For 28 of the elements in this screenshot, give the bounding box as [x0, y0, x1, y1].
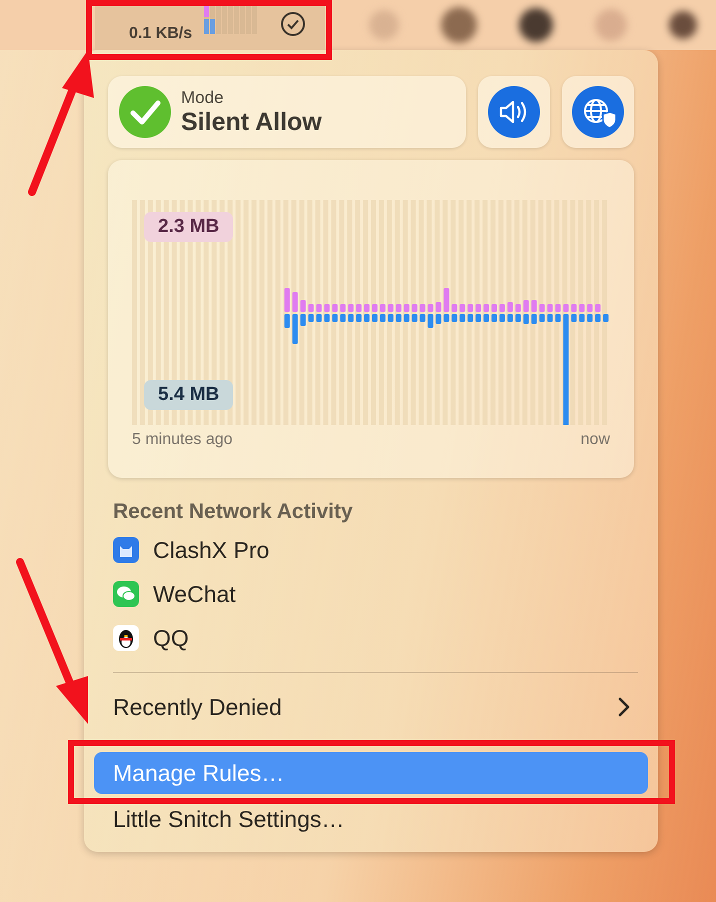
blurred-icon[interactable] — [669, 11, 697, 39]
start-time-label: 5 minutes ago — [132, 431, 233, 449]
blurred-icon[interactable] — [519, 8, 553, 42]
mini-traffic-graph-icon — [204, 4, 258, 34]
app-name[interactable]: QQ — [153, 624, 189, 652]
end-time-label: now — [580, 431, 610, 449]
globe-shield-icon — [572, 86, 624, 138]
checkmark-icon — [119, 86, 171, 138]
speaker-icon — [488, 86, 540, 138]
download-rate: 0.1 KB/s — [129, 24, 192, 42]
mode-card[interactable]: Mode Silent Allow — [108, 76, 466, 148]
penguin-icon — [113, 625, 139, 651]
mode-label: Mode — [181, 88, 225, 108]
app-name[interactable]: WeChat — [153, 580, 236, 608]
cat-app-icon — [113, 537, 139, 563]
chat-bubbles-icon — [113, 581, 139, 607]
app-name[interactable]: ClashX Pro — [153, 536, 270, 564]
menu-item[interactable]: Recently Denied — [94, 686, 648, 728]
section-title: Recent Network Activity — [113, 500, 354, 524]
chevron-right-icon — [618, 697, 630, 717]
download-total: 5.4 MB — [144, 380, 234, 410]
upload-total: 2.3 MB — [144, 212, 234, 242]
sound-button[interactable] — [478, 76, 550, 148]
check-circle-icon[interactable] — [280, 11, 306, 37]
menu-item[interactable]: Little Snitch Settings… — [94, 798, 648, 840]
blurred-icon[interactable] — [441, 7, 477, 43]
network-button[interactable] — [562, 76, 634, 148]
mode-value: Silent Allow — [181, 108, 322, 136]
